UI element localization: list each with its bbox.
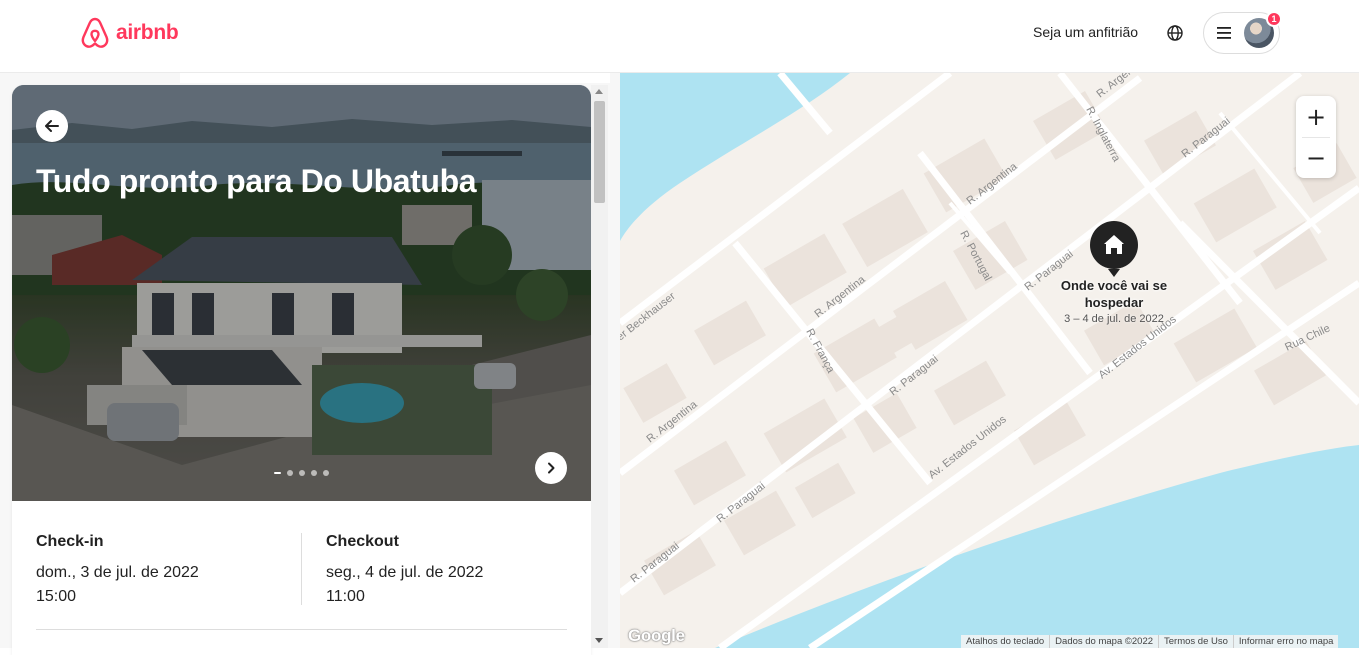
report-error-link[interactable]: Informar erro no mapa — [1232, 635, 1339, 648]
zoom-controls: + − — [1296, 96, 1336, 178]
panel-top-strip — [180, 73, 610, 83]
checkout-section: Checkout seg., 4 de jul. de 2022 11:00 — [326, 533, 483, 609]
terms-link[interactable]: Termos de Uso — [1158, 635, 1233, 648]
section-divider — [36, 629, 567, 630]
map-view[interactable]: R. Argentina R. Argentina R. Argentina R… — [620, 73, 1359, 648]
scroll-thumb[interactable] — [594, 101, 605, 203]
street-label: R. Paraguai — [887, 353, 940, 398]
notification-badge: 1 — [1266, 11, 1282, 27]
map-data-attribution: Dados do mapa ©2022 — [1049, 635, 1158, 648]
pagination-dot[interactable] — [323, 470, 329, 476]
photo-pagination — [274, 470, 329, 476]
checkin-label: Check-in — [36, 533, 104, 550]
pin-title: Onde você vai se hospedar — [1060, 278, 1168, 310]
panel-scrollbar[interactable] — [591, 85, 608, 648]
scroll-down-arrow-icon[interactable] — [595, 638, 603, 643]
airbnb-belo-icon — [81, 17, 109, 48]
map-footer: Atalhos do teclado Dados do mapa ©2022 T… — [961, 635, 1339, 648]
airbnb-logo[interactable]: airbnb — [80, 17, 179, 49]
chevron-right-icon — [548, 462, 555, 474]
next-photo-button[interactable] — [535, 452, 567, 484]
arrow-left-icon — [45, 120, 59, 132]
checkin-time: 15:00 — [36, 588, 77, 605]
scroll-up-arrow-icon[interactable] — [595, 89, 603, 94]
back-button[interactable] — [36, 110, 68, 142]
listing-location-pin[interactable] — [1090, 221, 1138, 277]
keyboard-shortcuts-link[interactable]: Atalhos do teclado — [961, 635, 1049, 648]
google-logo[interactable]: Google — [628, 626, 685, 646]
checkout-date: seg., 4 de jul. de 2022 — [326, 564, 484, 581]
photo-dim-overlay — [12, 85, 591, 501]
listing-photo[interactable]: Tudo pronto para Do Ubatuba — [12, 85, 591, 501]
top-header: airbnb Seja um anfitrião 1 — [0, 0, 1359, 73]
trip-details-panel: Tudo pronto para Do Ubatuba Check-in dom… — [0, 73, 620, 655]
pagination-dot[interactable] — [311, 470, 317, 476]
pagination-dot[interactable] — [274, 472, 281, 474]
user-menu-button[interactable]: 1 — [1203, 11, 1282, 54]
zoom-out-button[interactable]: − — [1296, 137, 1336, 178]
trip-card: Tudo pronto para Do Ubatuba Check-in dom… — [12, 85, 591, 655]
checkout-time: 11:00 — [326, 588, 365, 605]
pin-dates: 3 – 4 de jul. de 2022 — [1064, 313, 1164, 325]
hamburger-menu-icon — [1217, 27, 1231, 39]
pagination-dot[interactable] — [287, 470, 293, 476]
map-canvas[interactable]: R. Argentina R. Argentina R. Argentina R… — [620, 73, 1359, 648]
trip-title: Tudo pronto para Do Ubatuba — [36, 163, 477, 199]
checkout-label: Checkout — [326, 533, 399, 550]
zoom-in-button[interactable]: + — [1296, 96, 1336, 137]
become-host-link[interactable]: Seja um anfitrião — [1033, 24, 1138, 40]
pin-label: Onde você vai se hospedar 3 – 4 de jul. … — [1040, 277, 1188, 325]
home-pin-icon — [1090, 221, 1138, 277]
globe-icon[interactable] — [1166, 24, 1184, 42]
pagination-dot[interactable] — [299, 470, 305, 476]
logo-wordmark: airbnb — [116, 21, 179, 44]
checkin-divider — [301, 533, 302, 605]
checkin-section: Check-in dom., 3 de jul. de 2022 15:00 — [36, 533, 199, 609]
checkin-date: dom., 3 de jul. de 2022 — [36, 564, 199, 581]
